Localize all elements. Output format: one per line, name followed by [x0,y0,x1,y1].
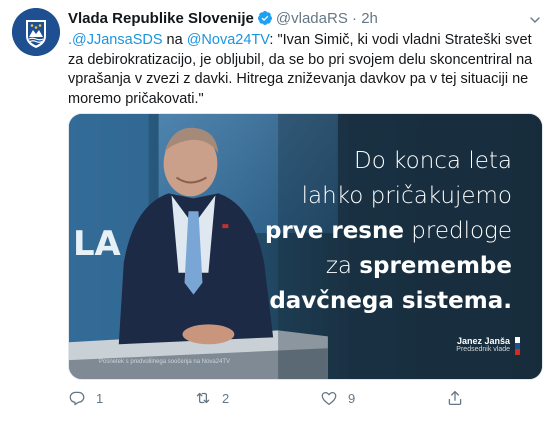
separator: · [352,10,358,27]
signature-role: Predsednik vlade [456,346,510,353]
signature: Janez Janša Predsednik vlade [456,336,510,353]
photo-caption: Posnetek s predvolilnega soočenja na Nov… [99,359,231,365]
quote-line-5-bold: davčnega sistema. [269,288,512,314]
quote-line-3: prve resne predloge [265,214,512,249]
retweet-count: 2 [222,390,230,406]
tweet-text: .@JJansaSDS na @Nova24TV: "Ivan Simič, k… [68,31,538,109]
tweet-actions: 1 2 9 [68,388,538,410]
reply-button[interactable]: 1 [68,388,103,408]
like-button[interactable]: 9 [320,388,355,408]
svg-text:LA: LA [73,224,121,263]
quote-line-3-rest: predloge [403,218,512,244]
chevron-down-icon[interactable] [527,12,543,28]
reply-icon [69,391,85,406]
coat-of-arms-icon [12,8,60,56]
quote-line-2: lahko pričakujemo [301,183,512,209]
reply-count: 1 [96,390,104,406]
slovenian-flag-icon [515,337,520,355]
account-handle[interactable]: @vladaRS [276,10,348,27]
tweet-image[interactable]: LA Do konca leta lahko pričakujemo prve … [68,113,543,380]
quote-line-1: Do konca leta [354,148,512,174]
quote-line-4: za spremembe [265,249,512,284]
like-count: 9 [348,390,356,406]
verified-badge-icon [257,11,272,25]
tweet-text-part: na [162,32,187,48]
retweet-button[interactable]: 2 [194,388,229,408]
share-icon [448,390,462,406]
quote-line-5: davčnega sistema. [265,284,512,319]
mention-link[interactable]: @Nova24TV [187,32,270,48]
tweet-header: Vlada Republike Slovenije @vladaRS · 2h [68,10,378,27]
retweet-icon [196,392,210,404]
avatar[interactable] [12,8,60,56]
tweet: Vlada Republike Slovenije @vladaRS · 2h .… [0,0,557,422]
mention-link[interactable]: .@JJansaSDS [68,32,163,48]
account-name[interactable]: Vlada Republike Slovenije [68,10,254,27]
heart-icon [321,391,337,406]
share-button[interactable] [446,388,474,408]
timestamp[interactable]: 2h [361,10,378,27]
quote-line-4-bold: spremembe [359,253,512,279]
quote-line-3-bold: prve resne [264,218,404,244]
signature-name: Janez Janša [456,336,510,346]
quote-text: Do konca leta lahko pričakujemo prve res… [265,144,512,319]
quote-line-4-pre: za [325,253,360,279]
